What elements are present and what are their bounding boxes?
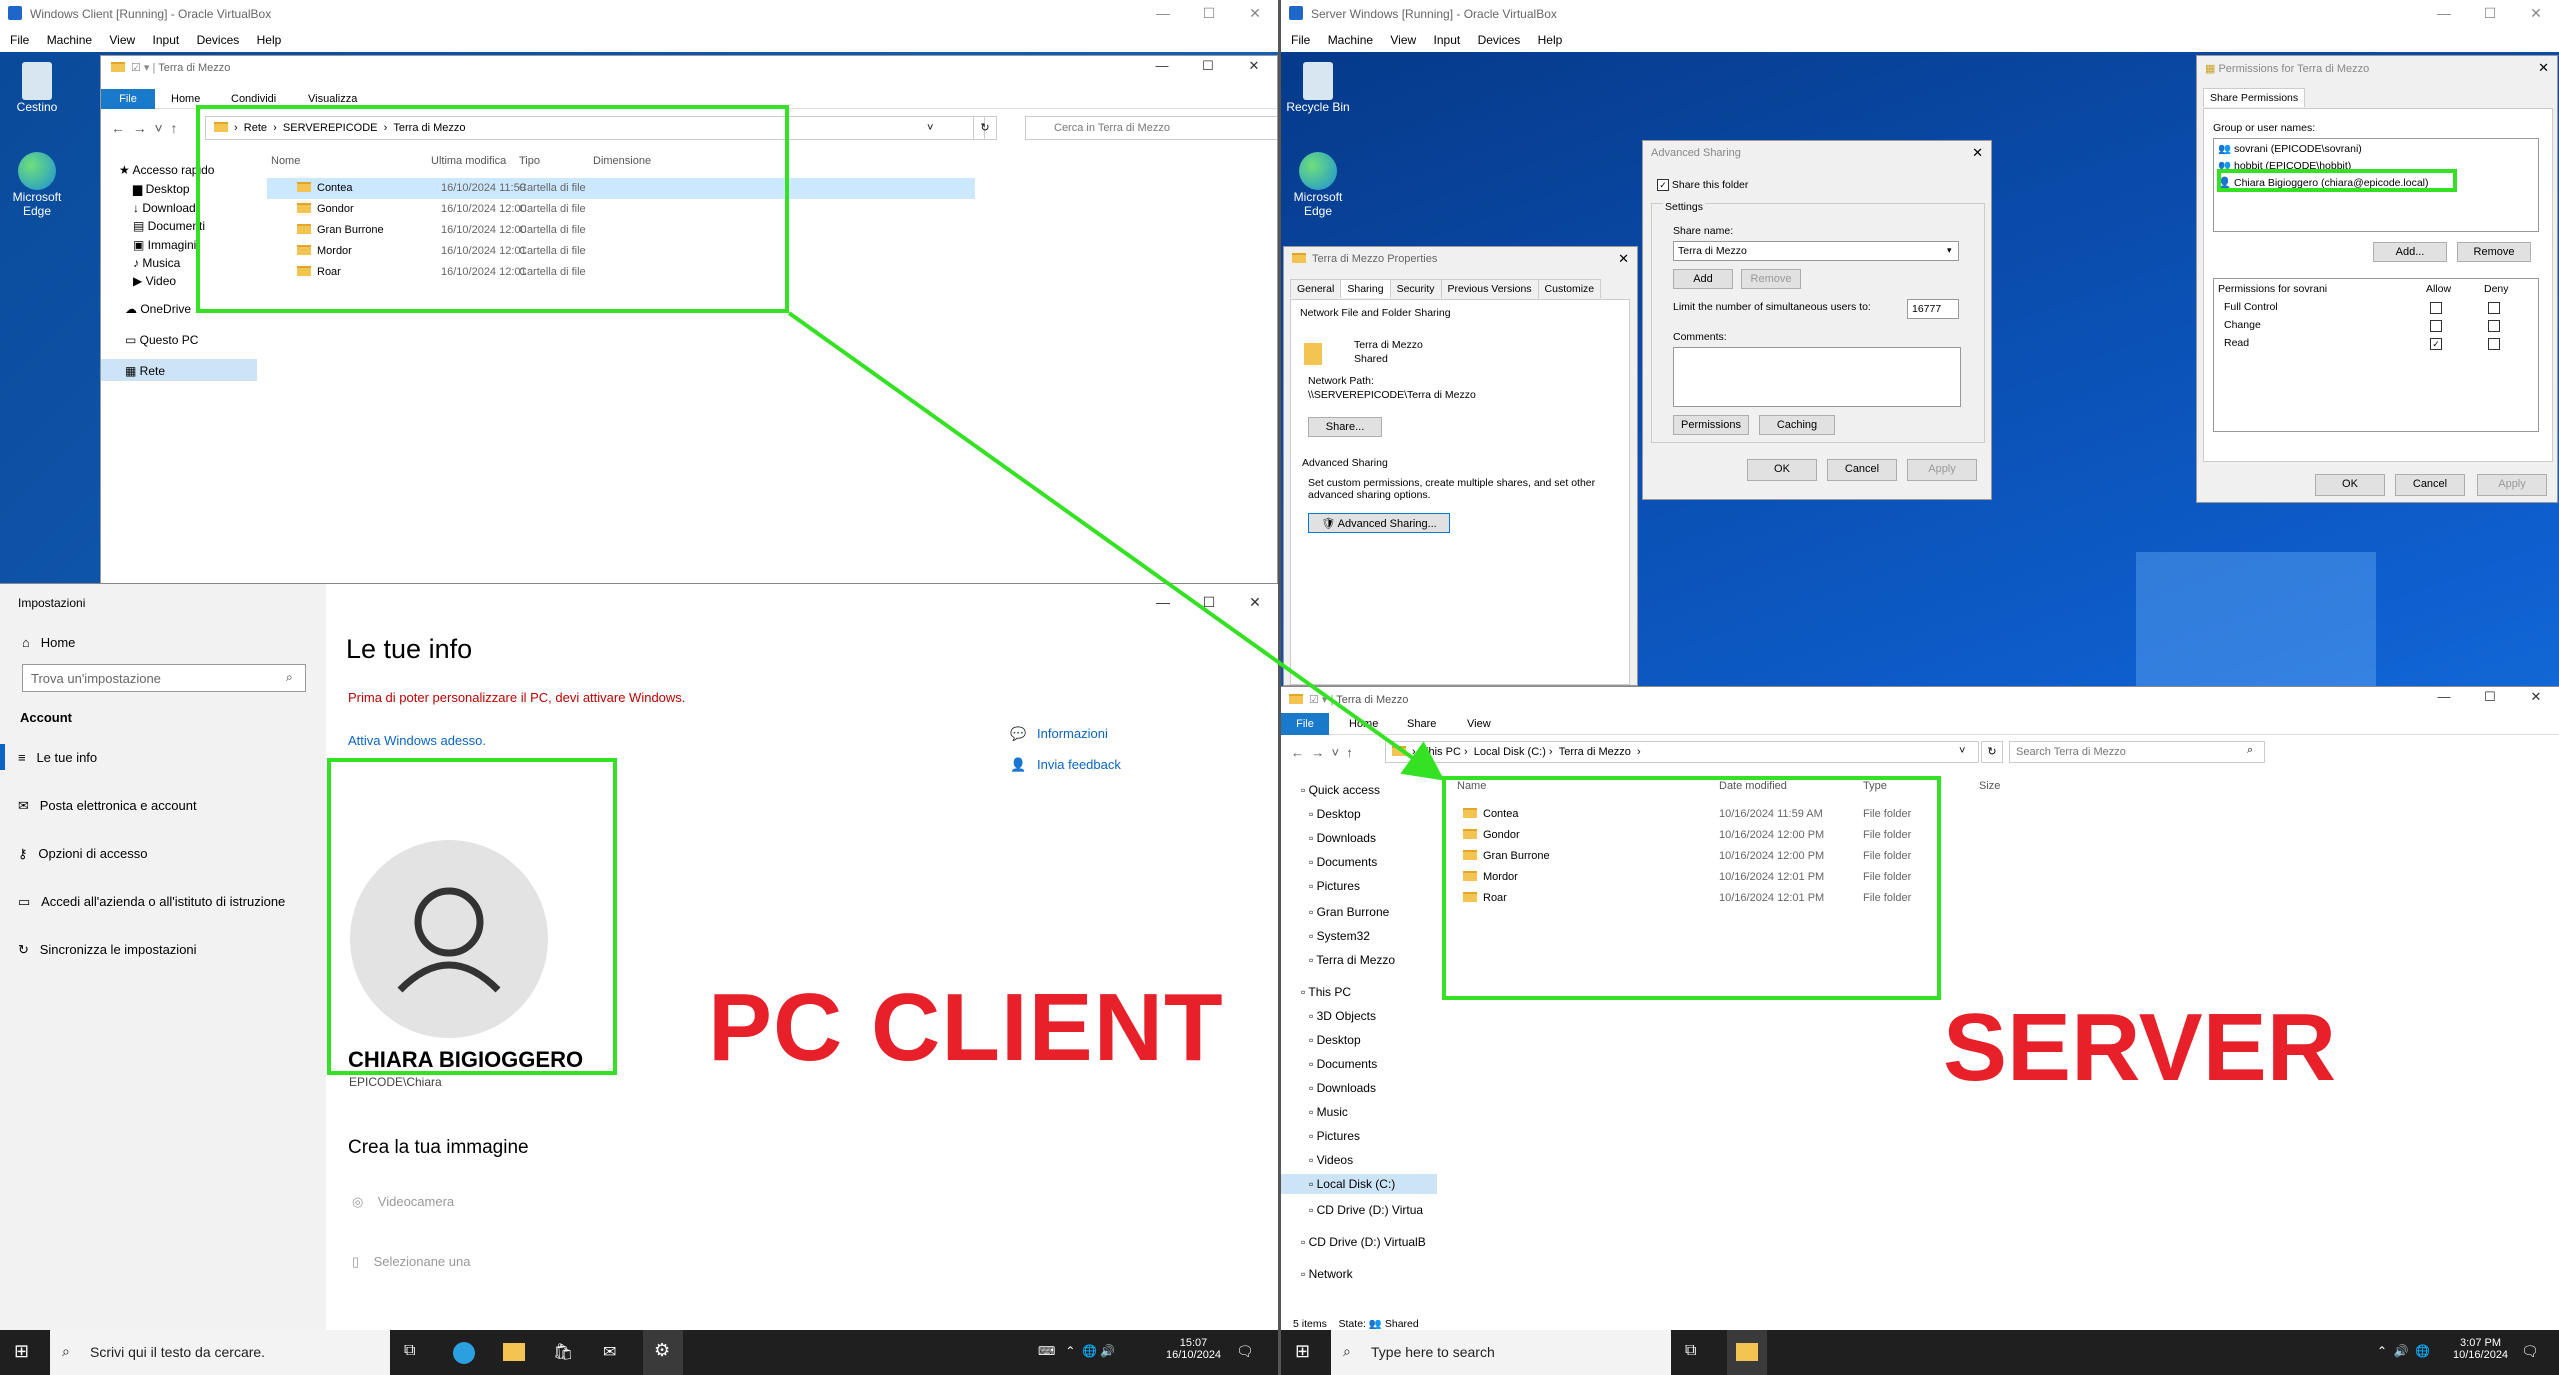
annotation-arrow (787, 311, 1445, 781)
